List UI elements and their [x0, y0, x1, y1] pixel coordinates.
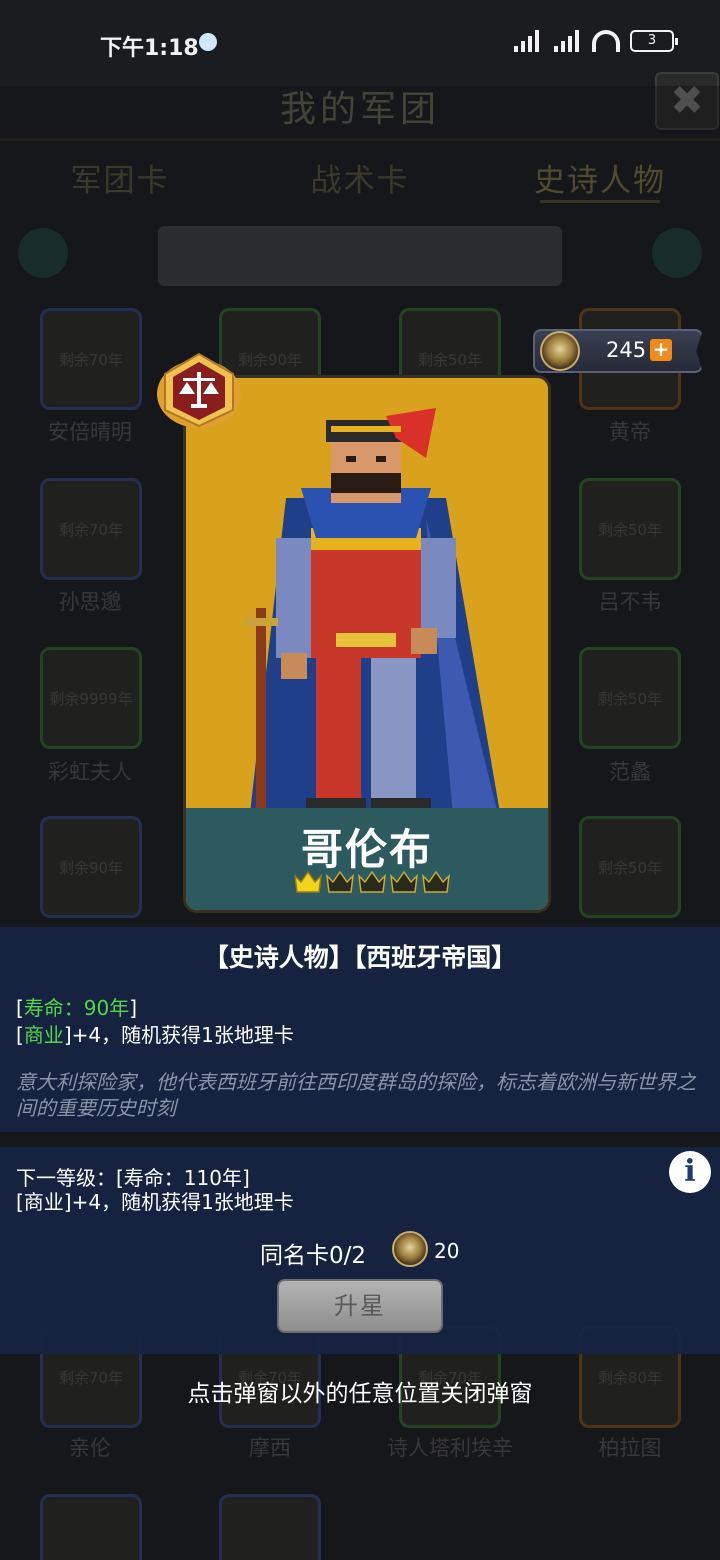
signal-icon: [512, 30, 542, 52]
crown-icon-empty: [421, 870, 451, 893]
crown-icon-filled: [293, 870, 323, 893]
bracket: ]: [129, 996, 138, 1020]
scales-badge-icon: [157, 352, 241, 428]
effect-line: [商业]+4，随机获得1张地理卡: [16, 1019, 294, 1048]
card-tags: 【史诗人物】【西班牙帝国】: [203, 943, 517, 972]
crown-icon-empty: [389, 870, 419, 893]
status-icons: 3: [512, 30, 678, 52]
next-level-effect: [商业]+4，随机获得1张地理卡: [16, 1190, 294, 1214]
close-hint: 点击弹窗以外的任意位置关闭弹窗: [187, 1381, 533, 1407]
upgrade-cost: 20: [434, 1239, 460, 1263]
effect-key: 商业: [23, 1023, 64, 1047]
notification-icon: [199, 33, 217, 51]
status-time: 下午1:18: [100, 36, 199, 61]
upgrade-star-button[interactable]: 升星: [277, 1279, 443, 1333]
coin-emblem-icon: [392, 1231, 428, 1267]
bracket: [: [16, 996, 24, 1020]
coin-emblem-icon: [540, 331, 580, 371]
status-bar: 下午1:18 3: [0, 0, 720, 86]
duplicate-card-count: 同名卡0/2: [260, 1243, 367, 1269]
card-description: 意大利探险家，他代表西班牙前往西印度群岛的探险，标志着欧洲与新世界之间的重要历史…: [16, 1070, 696, 1120]
info-icon[interactable]: i: [669, 1151, 711, 1193]
crown-icon-empty: [357, 870, 387, 893]
battery-icon: 3: [630, 30, 678, 52]
effect-rest: ]+4，随机获得1张地理卡: [63, 1023, 294, 1047]
crown-icon-empty: [325, 870, 355, 893]
character-card: 哥伦布: [183, 375, 551, 913]
signal-icon-2: [552, 30, 582, 52]
add-coins-button[interactable]: +: [650, 339, 672, 361]
wifi-icon: [592, 30, 620, 52]
star-rating: [293, 868, 451, 894]
lifespan-line: [寿命：90年]: [16, 992, 137, 1021]
lifespan-value: 寿命：90年: [23, 996, 130, 1020]
coin-count: 245: [606, 338, 647, 362]
bracket: [: [16, 1023, 24, 1047]
